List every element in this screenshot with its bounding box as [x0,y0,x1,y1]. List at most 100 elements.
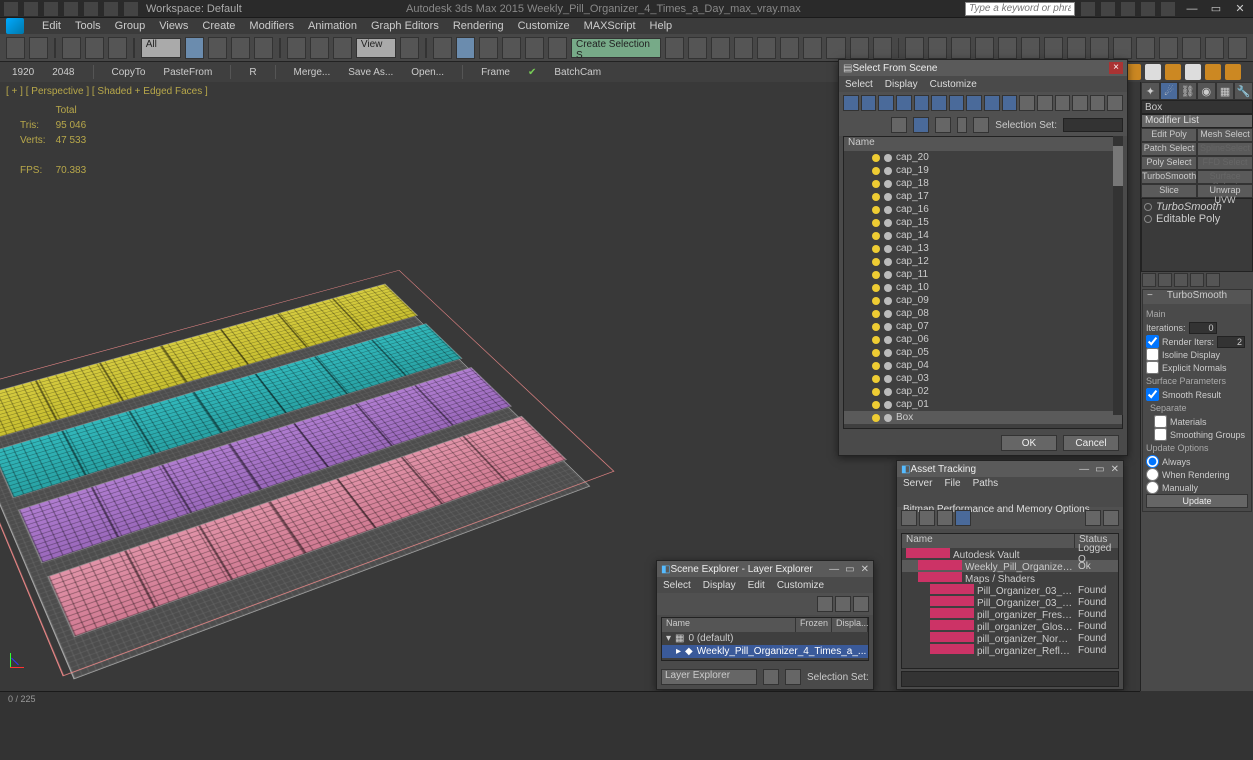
light-4-icon[interactable] [975,37,994,59]
le-add-icon[interactable] [853,596,869,612]
select-region-icon[interactable] [231,37,250,59]
qat-save-icon[interactable] [64,2,78,16]
menu-server[interactable]: Server [903,477,932,491]
list-item[interactable]: cap_02 [844,385,1122,398]
layer-manager-icon[interactable] [734,37,753,59]
at-refresh-icon[interactable] [1085,510,1101,526]
pastefrom-button[interactable]: PasteFrom [163,67,212,78]
menu-rendering[interactable]: Rendering [453,20,504,32]
viewport-label[interactable]: [ + ] [ Perspective ] [ Shaded + Edged F… [6,86,208,97]
menu-edit[interactable]: Edit [42,20,61,32]
asset-row[interactable]: Pill_Organizer_03_Diffuse.pngFound [902,584,1118,596]
filter-geom-icon[interactable] [861,95,877,111]
align-icon[interactable] [688,37,707,59]
vray-sun2-icon[interactable] [1205,64,1221,80]
render-setup-icon[interactable] [826,37,845,59]
menu-customize[interactable]: Customize [777,580,824,591]
vray-16-icon[interactable] [1225,64,1241,80]
light-2-icon[interactable] [928,37,947,59]
layer-explorer-dropdown[interactable]: Layer Explorer [661,669,757,685]
col-name[interactable]: Name [902,534,1074,548]
menu-edit[interactable]: Edit [748,580,765,591]
at-3-icon[interactable] [937,510,953,526]
maximize-button[interactable]: ▭ [1207,2,1225,16]
link-icon[interactable] [62,37,81,59]
menu-paths[interactable]: Paths [973,477,999,491]
when-rendering-radio[interactable] [1146,468,1159,481]
redo-icon[interactable] [29,37,48,59]
render-frame-icon[interactable] [850,37,869,59]
btn-ffd-select[interactable]: FFD Select [1197,156,1253,170]
vray-sphere-icon[interactable] [1165,64,1181,80]
remove-mod-icon[interactable] [1190,273,1204,287]
corona-2-icon[interactable] [1067,37,1086,59]
menu-file[interactable]: File [944,477,960,491]
list-item[interactable]: cap_12 [844,255,1122,268]
menu-help[interactable]: Help [650,20,673,32]
time-slider-pos[interactable]: 0 / 225 [8,694,36,704]
exchange-icon[interactable] [1121,2,1135,16]
bind-spacewarp-icon[interactable] [108,37,127,59]
asset-row[interactable]: pill_organizer_Reflection.pngFound [902,644,1118,656]
light-5-icon[interactable] [998,37,1017,59]
list-item[interactable]: cap_01 [844,398,1122,411]
selset-edit-icon[interactable] [973,117,989,133]
edit-named-icon[interactable] [548,37,567,59]
scale-icon[interactable] [333,37,352,59]
col-name[interactable]: Name [844,137,1122,151]
search-icon[interactable] [1081,2,1095,16]
layer-row[interactable]: ▸ ◆ Weekly_Pill_Organizer_4_Times_a_... [662,645,868,658]
corona-1-icon[interactable] [1044,37,1063,59]
maximize-button[interactable]: ▭ [1095,464,1104,475]
material-editor-icon[interactable] [803,37,822,59]
menu-select[interactable]: Select [845,79,873,90]
close-button[interactable]: ✕ [1231,2,1249,16]
selset-input[interactable] [1063,118,1123,132]
menu-modifiers[interactable]: Modifiers [249,20,294,32]
cancel-button[interactable]: Cancel [1063,435,1119,451]
list-item[interactable]: cap_09 [844,294,1122,307]
copyto-button[interactable]: CopyTo [112,67,146,78]
qat-link-icon[interactable] [124,2,138,16]
col-frozen[interactable]: Frozen [796,618,832,632]
corona-7-icon[interactable] [1182,37,1201,59]
batchcam-button[interactable]: BatchCam [554,67,601,78]
minimize-button[interactable]: — [829,564,839,575]
selection-filter-dropdown[interactable]: All [141,38,181,58]
bulb-icon[interactable] [1144,203,1152,211]
btn-turbosmooth[interactable]: TurboSmooth [1141,170,1197,184]
window-crossing-icon[interactable] [254,37,273,59]
signin-icon[interactable] [1101,2,1115,16]
at-1-icon[interactable] [901,510,917,526]
menu-customize[interactable]: Customize [930,79,977,90]
tab-hierarchy-icon[interactable]: ⛓ [1178,82,1197,100]
menu-views[interactable]: Views [159,20,188,32]
list-item[interactable]: cap_11 [844,268,1122,281]
minimize-button[interactable]: — [1079,464,1089,475]
filter-14-icon[interactable] [1072,95,1088,111]
qat-open-icon[interactable] [44,2,58,16]
btn-slice[interactable]: Slice [1141,184,1197,198]
le-x-icon[interactable] [817,596,833,612]
menu-tools[interactable]: Tools [75,20,101,32]
le-bot2-icon[interactable] [785,669,801,685]
btn-spline-select[interactable]: SplineSelect [1197,142,1253,156]
list-item[interactable]: cap_08 [844,307,1122,320]
modifier-list-dropdown[interactable]: Modifier List [1141,114,1253,128]
asset-row[interactable]: pill_organizer_Fresnel.pngFound [902,608,1118,620]
make-unique-icon[interactable] [1174,273,1188,287]
list-item[interactable]: cap_03 [844,372,1122,385]
vray-12-icon[interactable] [1145,64,1161,80]
smooth-result-checkbox[interactable] [1146,388,1159,401]
configure-icon[interactable] [1206,273,1220,287]
workspace-dropdown[interactable]: Workspace: Default [146,3,242,15]
snap-toggle-icon[interactable] [456,37,475,59]
filter-16-icon[interactable] [1107,95,1123,111]
btn-mesh-select[interactable]: Mesh Select [1197,128,1253,142]
filter-icon[interactable] [843,95,859,111]
list-item[interactable]: cap_19 [844,164,1122,177]
btn-surface-select[interactable]: Surface Select [1197,170,1253,184]
ok-button[interactable]: OK [1001,435,1057,451]
list-item[interactable]: cap_15 [844,216,1122,229]
spinner-snap-icon[interactable] [525,37,544,59]
